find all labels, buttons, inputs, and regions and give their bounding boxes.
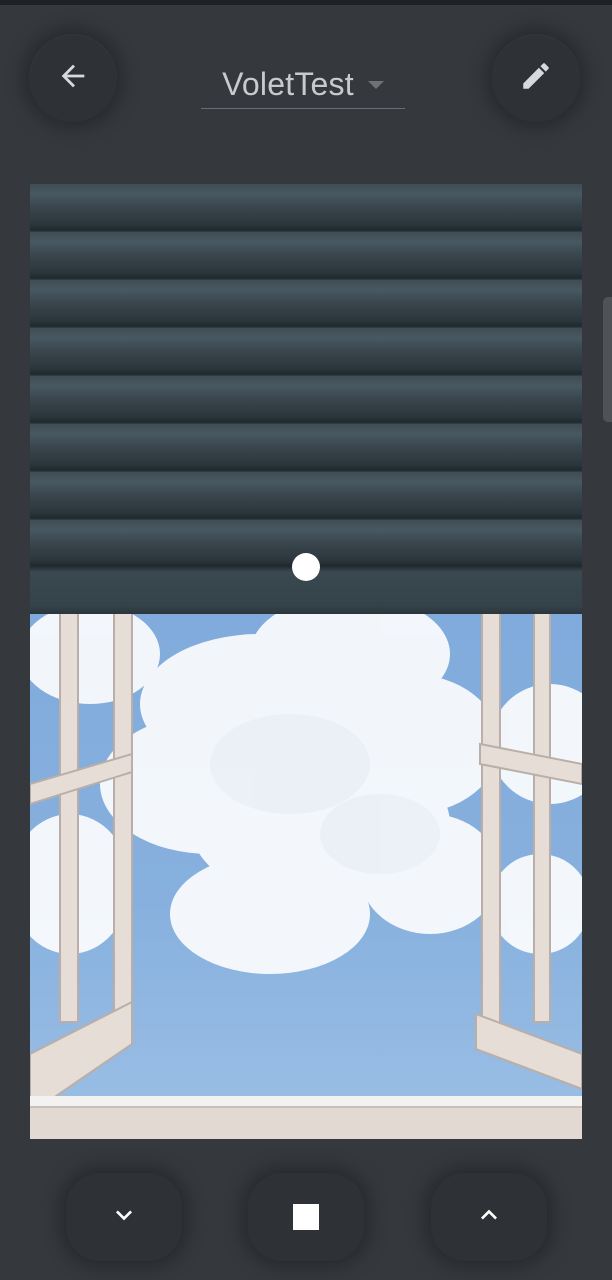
caret-down-icon [367, 81, 384, 89]
window-sill-edge [30, 1096, 582, 1106]
device-title: VoletTest [222, 65, 354, 102]
pencil-icon [519, 59, 553, 98]
shutter-view[interactable] [30, 184, 582, 1139]
chevron-down-icon [108, 1199, 140, 1236]
back-button[interactable] [29, 34, 117, 122]
arrow-left-icon [56, 59, 90, 98]
close-shutter-button[interactable] [66, 1173, 182, 1261]
device-selector[interactable]: VoletTest [201, 60, 405, 109]
chevron-up-icon [473, 1199, 505, 1236]
status-bar-edge [0, 0, 612, 5]
shutter-position-handle[interactable] [292, 553, 320, 581]
stop-square-icon [293, 1204, 319, 1230]
stop-shutter-button[interactable] [248, 1173, 364, 1261]
rolling-shutter [30, 184, 582, 614]
window-sill [30, 1106, 582, 1139]
edit-button[interactable] [492, 34, 580, 122]
open-shutter-button[interactable] [431, 1173, 547, 1261]
scrollbar[interactable] [603, 297, 612, 422]
